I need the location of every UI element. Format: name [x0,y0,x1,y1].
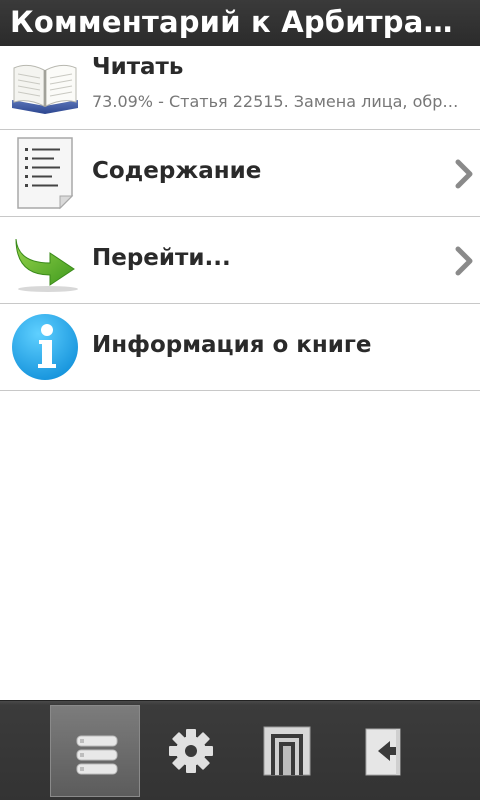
menu-item-read-label: Читать [92,54,184,80]
menu-item-go-to[interactable]: Перейти... [0,217,480,304]
screen: Комментарий к Арбитражному процессуально… [0,0,480,800]
main-menu-list: Читать 73.09% - Статья 22515. Замена лиц… [0,46,480,391]
menu-item-read[interactable]: Читать 73.09% - Статья 22515. Замена лиц… [0,46,480,130]
menu-item-book-info-label: Информация о книге [92,332,372,358]
menu-item-contents[interactable]: Содержание [0,130,480,217]
library-button[interactable] [242,705,332,797]
bottom-toolbar [0,700,480,800]
exit-button[interactable] [338,705,428,797]
gear-icon [169,729,213,773]
title-bar: Комментарий к Арбитражному процессуально… [0,0,480,46]
menu-item-contents-label: Содержание [92,158,262,184]
menu-button[interactable] [50,705,140,797]
settings-button[interactable] [146,705,236,797]
list-menu-icon [76,735,118,775]
info-icon [12,314,78,380]
reading-progress-text: 73.09% - Статья 22515. Замена лица, обра… [92,92,466,111]
go-to-arrow-icon [15,238,78,292]
menu-item-book-info[interactable]: Информация о книге [0,304,480,391]
chevron-right-icon [455,159,473,189]
exit-icon [365,728,401,776]
menu-item-go-to-label: Перейти... [92,245,231,271]
book-icon [12,64,78,114]
table-of-contents-icon [17,137,74,210]
chevron-right-icon [455,246,473,276]
app-title: Комментарий к Арбитражному процессуально… [10,5,472,39]
library-icon [263,726,311,776]
